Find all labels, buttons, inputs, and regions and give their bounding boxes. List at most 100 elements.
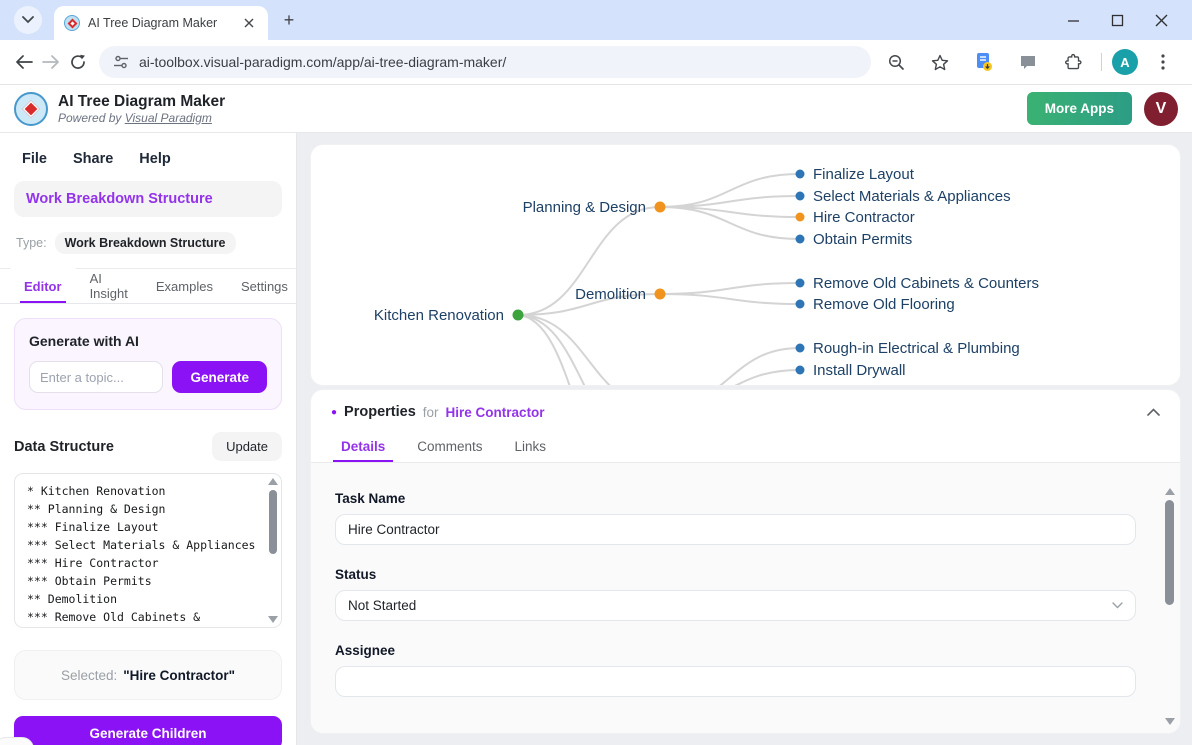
leaf-node-label[interactable]: Hire Contractor	[813, 209, 915, 226]
menu-file[interactable]: File	[22, 151, 47, 167]
back-button[interactable]	[13, 46, 34, 78]
extensions-puzzle-icon[interactable]	[1056, 46, 1088, 78]
data-structure-text[interactable]: * Kitchen Renovation ** Planning & Desig…	[27, 482, 259, 628]
properties-tabs: Details Comments Links	[311, 430, 1180, 463]
bookmark-star-icon[interactable]	[924, 46, 956, 78]
collapse-panel-button[interactable]	[1147, 403, 1160, 421]
tab-examples[interactable]: Examples	[142, 269, 227, 303]
leaf-node-dot[interactable]	[796, 170, 805, 179]
leaf-node-dot[interactable]	[796, 192, 805, 201]
visual-paradigm-logo	[14, 92, 48, 126]
tab-links[interactable]: Links	[499, 430, 563, 462]
scroll-thumb[interactable]	[1165, 500, 1174, 605]
tab-ai-insight[interactable]: AI Insight	[76, 269, 142, 303]
leaf-node-dot-selected[interactable]	[796, 213, 805, 222]
scroll-up-icon[interactable]	[268, 478, 278, 485]
browser-tab-bar: AI Tree Diagram Maker +	[0, 0, 1192, 40]
task-name-input[interactable]	[335, 514, 1136, 545]
scroll-down-icon[interactable]	[1165, 718, 1175, 725]
menu-share[interactable]: Share	[73, 151, 113, 167]
leaf-node-dot[interactable]	[796, 300, 805, 309]
properties-panel: ● Properties for Hire Contractor Details…	[311, 390, 1180, 733]
leaf-node-label[interactable]: Finalize Layout	[813, 166, 915, 183]
scroll-up-icon[interactable]	[1165, 488, 1175, 495]
status-select[interactable]: Not Started	[335, 590, 1136, 621]
menu-help[interactable]: Help	[139, 151, 170, 167]
parent-node-label[interactable]: Planning & Design	[523, 199, 646, 216]
leaf-node-label[interactable]: Remove Old Flooring	[813, 296, 955, 313]
feedback-extension-icon[interactable]	[1012, 46, 1044, 78]
leaf-node-dot[interactable]	[796, 344, 805, 353]
type-label: Type:	[16, 236, 47, 250]
leaf-node-label[interactable]: Obtain Permits	[813, 231, 912, 248]
app-header: AI Tree Diagram Maker Powered by Visual …	[0, 85, 1192, 133]
more-apps-button[interactable]: More Apps	[1027, 92, 1132, 125]
scroll-thumb[interactable]	[269, 490, 277, 554]
generate-with-ai-panel: Generate with AI Generate	[14, 318, 282, 410]
main-area: Kitchen Renovation Planning & Design Dem…	[297, 133, 1192, 745]
leaf-node-label[interactable]: Remove Old Cabinets & Counters	[813, 275, 1039, 292]
window-minimize-button[interactable]	[1064, 11, 1082, 29]
tab-editor[interactable]: Editor	[10, 263, 76, 303]
tab-comments[interactable]: Comments	[401, 430, 498, 462]
browser-menu-icon[interactable]	[1147, 46, 1179, 78]
properties-bullet-icon: ●	[331, 407, 337, 418]
generate-children-button[interactable]: Generate Children	[14, 716, 282, 745]
sidebar: File Share Help Work Breakdown Structure…	[0, 133, 297, 745]
root-node-label[interactable]: Kitchen Renovation	[374, 307, 504, 324]
site-favicon-icon	[64, 15, 80, 31]
parent-node-dot[interactable]	[655, 202, 666, 213]
sidebar-tabs: Editor AI Insight Examples Settings	[0, 268, 296, 304]
site-settings-icon[interactable]	[113, 55, 129, 69]
new-tab-button[interactable]: +	[276, 7, 302, 33]
update-button[interactable]: Update	[212, 432, 282, 461]
chevron-up-icon	[1147, 408, 1160, 416]
properties-form: Task Name Status Not Started Assignee	[311, 463, 1180, 733]
data-structure-editor[interactable]: * Kitchen Renovation ** Planning & Desig…	[14, 473, 282, 628]
data-structure-title: Data Structure	[14, 439, 114, 455]
powered-by-prefix: Powered by	[58, 111, 121, 125]
tab-search-button[interactable]	[14, 6, 42, 34]
properties-title: Properties	[344, 404, 416, 420]
powered-by: Powered by Visual Paradigm	[58, 111, 225, 125]
leaf-node-dot[interactable]	[796, 366, 805, 375]
properties-scrollbar[interactable]	[1164, 486, 1176, 727]
assignee-label: Assignee	[335, 643, 1136, 658]
zoom-out-icon[interactable]	[880, 46, 912, 78]
leaf-node-dot[interactable]	[796, 235, 805, 244]
document-title-box[interactable]: Work Breakdown Structure	[14, 181, 282, 217]
chevron-down-icon	[1112, 602, 1123, 609]
reload-button[interactable]	[67, 46, 88, 78]
menu-bar: File Share Help	[14, 143, 282, 169]
root-node-dot[interactable]	[513, 310, 524, 321]
visual-paradigm-link[interactable]: Visual Paradigm	[125, 111, 212, 125]
leaf-node-dot[interactable]	[796, 279, 805, 288]
forward-button[interactable]	[40, 46, 61, 78]
docs-extension-icon[interactable]	[968, 46, 1000, 78]
window-close-button[interactable]	[1152, 11, 1170, 29]
diagram-canvas[interactable]: Kitchen Renovation Planning & Design Dem…	[311, 145, 1180, 385]
status-value: Not Started	[348, 598, 416, 613]
tab-title: AI Tree Diagram Maker	[88, 16, 240, 30]
topic-input[interactable]	[29, 361, 163, 393]
leaf-node-label[interactable]: Install Drywall	[813, 362, 906, 379]
selected-label: Selected:	[61, 668, 117, 683]
browser-tab[interactable]: AI Tree Diagram Maker	[54, 6, 268, 40]
account-avatar[interactable]: V	[1144, 92, 1178, 126]
tab-close-icon[interactable]	[240, 14, 258, 32]
task-name-label: Task Name	[335, 491, 1136, 506]
scroll-down-icon[interactable]	[268, 616, 278, 623]
browser-profile-avatar[interactable]: A	[1112, 49, 1138, 75]
data-structure-scrollbar[interactable]	[267, 476, 279, 625]
generate-button[interactable]: Generate	[172, 361, 267, 393]
leaf-node-label[interactable]: Rough-in Electrical & Plumbing	[813, 340, 1020, 357]
window-maximize-button[interactable]	[1108, 11, 1126, 29]
properties-for-label: for	[423, 405, 439, 420]
leaf-node-label[interactable]: Select Materials & Appliances	[813, 188, 1011, 205]
assignee-input[interactable]	[335, 666, 1136, 697]
tab-settings[interactable]: Settings	[227, 269, 297, 303]
parent-node-label[interactable]: Demolition	[575, 286, 646, 303]
parent-node-dot[interactable]	[655, 289, 666, 300]
tab-details[interactable]: Details	[325, 430, 401, 462]
address-bar[interactable]: ai-toolbox.visual-paradigm.com/app/ai-tr…	[99, 46, 871, 78]
